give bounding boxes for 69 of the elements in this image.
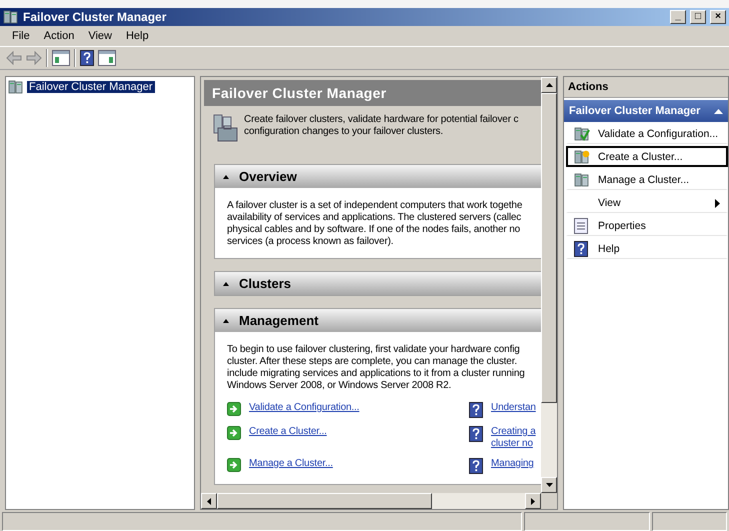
scroll-right-icon[interactable]	[531, 498, 535, 504]
help-icon	[469, 402, 483, 418]
help-link[interactable]: Managing	[491, 458, 534, 470]
collapse-icon	[223, 174, 229, 178]
action-group-header[interactable]: Failover Cluster Manager	[564, 100, 728, 122]
paragraph-line: physical cables and by software. If one of the nodes fails, another no	[227, 224, 522, 236]
task-link[interactable]: Create a Cluster...	[249, 426, 327, 438]
help-icon	[574, 241, 588, 257]
task-pane-item[interactable]: Validate a Configuration...	[566, 123, 728, 144]
submenu-arrow-icon	[715, 198, 720, 208]
scroll-up-icon[interactable]	[546, 83, 552, 87]
menu-item[interactable]: File	[6, 28, 36, 44]
section-title: Management	[239, 313, 318, 328]
section-header[interactable]: Clusters	[215, 272, 541, 295]
task-pane-item[interactable]: View	[566, 192, 728, 213]
properties-icon	[574, 218, 588, 234]
close-button[interactable]: ×	[710, 10, 726, 24]
paragraph-line: To begin to use failover clustering, first validate your hardware config	[227, 344, 521, 356]
app-icon	[3, 9, 19, 25]
section-header[interactable]: Management	[215, 309, 541, 332]
paragraph-line: include migrating services and applications to it from a cluster running	[227, 368, 526, 380]
scroll-thumb[interactable]	[541, 93, 557, 403]
menu-item[interactable]: View	[82, 28, 118, 44]
maximize-button[interactable]: □	[690, 10, 706, 24]
task-pane-item[interactable]: Properties	[566, 215, 728, 236]
description-line: Create failover clusters, validate hardware for potential failover c	[244, 114, 518, 126]
action-pane-icon[interactable]	[98, 50, 116, 66]
server-check-icon	[574, 126, 590, 142]
horizontal-scrollbar[interactable]	[201, 493, 541, 509]
task-pane-item[interactable]: Manage a Cluster...	[566, 169, 728, 190]
paragraph-line: A failover cluster is a set of independent computers that work togethe	[227, 200, 524, 212]
description-line: configuration changes to your failover clusters.	[244, 126, 444, 138]
paragraph-line: Windows Server 2008, or Windows Server 2008 R2.	[227, 380, 452, 392]
console-tree-icon[interactable]	[52, 50, 70, 66]
tree-item[interactable]: Failover Cluster Manager	[27, 81, 154, 93]
task-link[interactable]: Manage a Cluster...	[249, 458, 333, 470]
menu-item[interactable]: Help	[120, 28, 155, 44]
pane-title: Failover Cluster Manager	[204, 80, 541, 106]
help-link[interactable]: cluster no	[491, 438, 536, 450]
collapse-icon	[223, 282, 229, 286]
help-button-icon	[80, 50, 94, 66]
section-title: Clusters	[239, 276, 292, 291]
paragraph-line: cluster. After these steps are complete, you can manage the cluster.	[227, 356, 518, 368]
help-icon	[469, 458, 483, 474]
scroll-thumb[interactable]	[217, 493, 432, 509]
scroll-down-icon[interactable]	[546, 483, 552, 487]
section-header[interactable]: Overview	[215, 165, 541, 188]
server-star-icon	[574, 148, 590, 164]
vertical-scrollbar[interactable]	[541, 77, 557, 493]
cluster-icon	[8, 79, 24, 95]
paragraph-line: services (a process known as failover).	[227, 236, 394, 248]
task-pane-item[interactable]: Create a Cluster...	[566, 146, 728, 167]
section-title: Overview	[239, 169, 297, 184]
help-icon	[469, 426, 483, 442]
collapse-icon	[714, 108, 723, 114]
help-link[interactable]: Understan	[491, 402, 536, 414]
server-icon	[574, 172, 590, 188]
task-link[interactable]: Validate a Configuration...	[249, 402, 360, 414]
menu-item[interactable]: Action	[38, 28, 80, 44]
servers-toolbox-icon	[212, 114, 238, 142]
task-pane-item[interactable]: Help	[566, 238, 728, 259]
minimize-button[interactable]: _	[670, 10, 686, 24]
paragraph-line: availability of services and applications. The clustered servers (callec	[227, 212, 522, 224]
group-title: Failover Cluster Manager	[569, 105, 700, 117]
collapse-icon	[223, 318, 229, 322]
help-link[interactable]: Creating a	[491, 426, 536, 438]
window-title: Failover Cluster Manager	[23, 10, 168, 24]
scroll-left-icon[interactable]	[207, 498, 211, 504]
actions-header: Actions	[564, 77, 728, 98]
